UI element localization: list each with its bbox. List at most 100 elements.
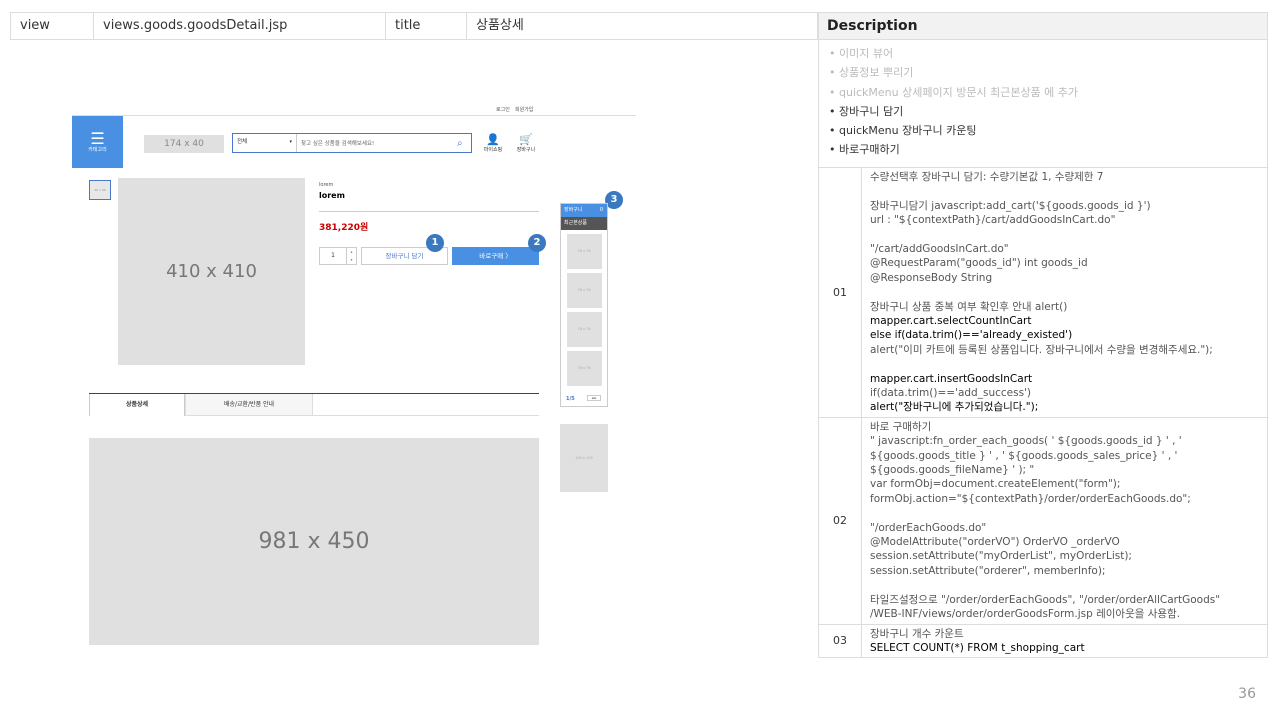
row-line: alert("이미 카트에 등록된 상품입니다. 장바구니에서 수량을 변경해주… <box>870 343 1213 356</box>
row-line <box>870 184 1259 198</box>
row-line: "/cart/addGoodsInCart.do" <box>870 243 1009 255</box>
description-row: 01 수량선택후 장바구니 담기: 수량기본값 1, 수량제한 7 장바구니담기 j… <box>819 168 1267 418</box>
quick-recent-header: 최근본상품 <box>561 217 607 230</box>
quick-cart-header[interactable]: 장바구니 0 <box>561 204 607 217</box>
buy-now-button[interactable]: 바로구매 〉 <box>452 247 539 265</box>
quantity-value: 1 <box>331 252 335 259</box>
description-row: 03 장바구니 개수 카운트 SELECT COUNT(*) FROM t_shop… <box>819 624 1267 659</box>
row-line: /WEB-INF/views/order/orderGoodsForm.jsp … <box>870 608 1181 621</box>
quick-page-nav[interactable]: ◂ ▸ <box>587 395 601 401</box>
row-line: ${goods.goods_title } ' , ' ${goods.good… <box>870 449 1178 462</box>
stepper-arrows-icon[interactable]: ▴ ▾ <box>346 248 356 264</box>
detail-image: 981 x 450 <box>89 438 539 645</box>
recent-item-thumb[interactable]: 76 x 76 <box>566 234 602 269</box>
row-line: session.setAttribute("myOrderList", myOr… <box>870 550 1132 563</box>
row-line: alert("장바구니에 추가되었습니다."); <box>870 401 1039 414</box>
row-line: url : "${contextPath}/cart/addGoodsInCar… <box>870 214 1116 227</box>
side-banner: 100 x 150 <box>560 424 608 492</box>
title-label: title <box>385 12 466 40</box>
quick-menu: 장바구니 0 최근본상품 76 x 76 76 x 76 76 x 76 76 … <box>560 203 608 407</box>
row-line: 장바구니 상품 중복 여부 확인후 안내 alert() <box>870 300 1068 313</box>
row-line: ${goods.goods_fileName} ' ); " <box>870 464 1035 477</box>
row-line: 장바구니 개수 카운트 <box>870 627 964 640</box>
row-line: else if(data.trim()=='already_existed') <box>870 329 1073 342</box>
feature-bullet: quickMenu 상세페이지 방문시 최근본상품 에 추가 <box>829 83 1257 102</box>
description-table: 이미지 뷰어상품정보 뿌리기quickMenu 상세페이지 방문시 최근본상품 … <box>818 40 1268 659</box>
login-link[interactable]: 로그인 <box>496 106 510 113</box>
badge-1: 1 <box>426 234 444 252</box>
row-line: "/orderEachGoods.do" <box>870 521 987 534</box>
search-category-select[interactable]: 전체 ▾ <box>233 134 297 152</box>
view-label: view <box>10 12 93 40</box>
row-line: @ResponseBody String <box>870 271 993 284</box>
row-line: " javascript:fn_order_each_goods( ' ${go… <box>870 435 1182 448</box>
row-line: 바로 구매하기 <box>870 420 932 433</box>
row-text: 장바구니 개수 카운트 SELECT COUNT(*) FROM t_shoppi… <box>862 625 1267 658</box>
feature-bullet: 상품정보 뿌리기 <box>829 63 1257 82</box>
product-price: 381,220원 <box>319 223 369 233</box>
row-line: 수량선택후 장바구니 담기: 수량기본값 1, 수량제한 7 <box>870 171 1104 183</box>
feature-bullet: 이미지 뷰어 <box>829 44 1257 63</box>
logo-placeholder: 174 x 40 <box>144 135 224 153</box>
row-text: 바로 구매하기 " javascript:fn_order_each_goods… <box>862 418 1267 624</box>
row-line: @ModelAttribute("orderVO") OrderVO _orde… <box>870 536 1120 549</box>
hamburger-icon: ☰ <box>90 129 105 148</box>
cart-button[interactable]: 🛒 장바구니 <box>513 133 539 154</box>
row-line: var formObj=document.createElement("form… <box>870 478 1121 491</box>
title-value: 상품상세 <box>466 12 818 40</box>
row-line <box>870 285 1259 299</box>
tab-product-detail[interactable]: 상품상세 <box>89 394 185 416</box>
page-number: 36 <box>1238 686 1256 702</box>
row-line <box>870 506 1259 520</box>
description-heading: Description <box>818 12 1268 40</box>
product-category: lorem <box>319 182 334 188</box>
row-line <box>870 228 1259 242</box>
feature-bullet: 장바구니 담기 <box>829 102 1257 121</box>
feature-bullet: 바로구매하기 <box>829 140 1257 159</box>
category-label: 카테고리 <box>88 147 107 153</box>
recent-item-thumb[interactable]: 76 x 76 <box>566 312 602 347</box>
tabs-bottom-border <box>313 415 539 416</box>
header-table: view views.goods.goodsDetail.jsp title 상… <box>10 12 818 40</box>
row-number: 03 <box>819 624 862 658</box>
cart-count: 0 <box>599 207 603 213</box>
thumbnail-image[interactable]: 96 x 96 <box>89 180 111 200</box>
search-bar[interactable]: 전체 ▾ 찾고 싶은 상품을 검색해보세요! ⌕ <box>232 133 472 153</box>
cart-icon: 🛒 <box>519 133 533 146</box>
row-line: 타일즈설정으로 "/order/orderEachGoods", "/order… <box>870 593 1221 606</box>
product-name: lorem <box>319 191 345 200</box>
divider <box>319 211 539 212</box>
recent-item-thumb[interactable]: 76 x 76 <box>566 351 602 386</box>
search-icon[interactable]: ⌕ <box>457 138 471 149</box>
row-line <box>870 578 1259 592</box>
badge-2: 2 <box>528 234 546 252</box>
feature-bullet: quickMenu 장바구니 카운팅 <box>829 121 1257 140</box>
mypage-button[interactable]: 👤 마이쇼핑 <box>480 133 506 154</box>
row-text: 수량선택후 장바구니 담기: 수량기본값 1, 수량제한 7 장바구니담기 jav… <box>862 168 1267 417</box>
row-line: formObj.action="${contextPath}/order/ord… <box>870 492 1191 505</box>
row-number: 01 <box>819 168 862 417</box>
row-line: 장바구니담기 javascript:add_cart('${goods.good… <box>870 199 1151 212</box>
main-product-image: 410 x 410 <box>118 178 305 365</box>
row-line: @RequestParam("goods_id") int goods_id <box>870 257 1088 270</box>
quick-page-indicator: 1/5 <box>566 396 575 402</box>
feature-bullet-list: 이미지 뷰어상품정보 뿌리기quickMenu 상세페이지 방문시 최근본상품 … <box>819 40 1267 168</box>
row-line: mapper.cart.selectCountInCart <box>870 315 1032 328</box>
recent-item-thumb[interactable]: 76 x 76 <box>566 273 602 308</box>
row-line <box>870 357 1259 371</box>
signup-link[interactable]: 회원가입 <box>515 106 533 113</box>
row-line: if(data.trim()=='add_success') <box>870 387 1032 400</box>
category-button[interactable]: ☰ 카테고리 <box>72 116 123 168</box>
search-input[interactable]: 찾고 싶은 상품을 검색해보세요! <box>297 139 457 147</box>
top-utility-bar: 로그인 회원가입 <box>72 104 636 116</box>
user-icon: 👤 <box>486 133 500 146</box>
caret-down-icon: ▾ <box>289 139 292 145</box>
wireframe: 로그인 회원가입 ☰ 카테고리 174 x 40 전체 ▾ 찾고 싶은 상품을 … <box>72 104 636 664</box>
row-line: mapper.cart.insertGoodsInCart <box>870 372 1033 385</box>
quantity-stepper[interactable]: 1 ▴ ▾ <box>319 247 357 265</box>
row-number: 02 <box>819 417 862 624</box>
tab-delivery-info[interactable]: 배송/교환/반품 안내 <box>185 394 313 416</box>
row-line: SELECT COUNT(*) FROM t_shopping_cart <box>870 641 1085 654</box>
view-value: views.goods.goodsDetail.jsp <box>93 12 385 40</box>
description-row: 02 바로 구매하기 " javascript:fn_order_each_goo… <box>819 417 1267 625</box>
